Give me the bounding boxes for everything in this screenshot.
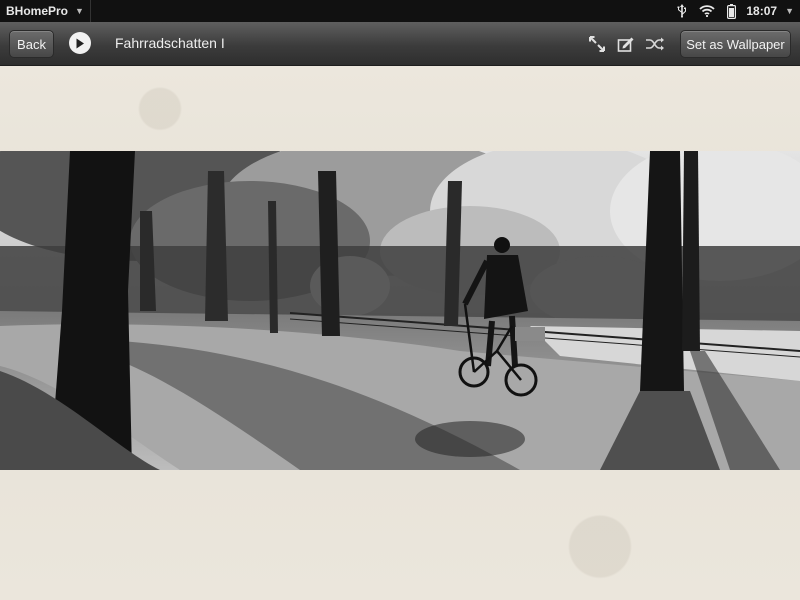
battery-icon: [727, 3, 737, 19]
set-wallpaper-button[interactable]: Set as Wallpaper: [680, 30, 791, 58]
shuffle-icon: [646, 37, 664, 51]
usb-icon: [677, 4, 687, 18]
play-button[interactable]: [69, 32, 91, 54]
park-cyclist-photo: [0, 151, 800, 470]
shuffle-button[interactable]: [645, 34, 665, 54]
page-title: Fahrradschatten I: [115, 35, 225, 51]
app-menu[interactable]: BHomePro ▼: [0, 0, 91, 22]
edit-button[interactable]: [616, 34, 636, 54]
status-bar: BHomePro ▼ 18:07 ▼: [0, 0, 800, 22]
app-name: BHomePro: [6, 4, 69, 18]
play-icon: [76, 38, 84, 48]
fullscreen-icon: [589, 36, 605, 52]
photo-image[interactable]: [0, 151, 800, 470]
image-viewer: [0, 66, 800, 600]
toolbar: Back Fahrradschatten I Set as Wallpaper: [0, 22, 800, 66]
system-menu[interactable]: 18:07 ▼: [671, 0, 800, 22]
wifi-icon: [699, 5, 716, 17]
chevron-down-icon: ▼: [75, 6, 84, 16]
clock: 18:07: [746, 4, 778, 18]
chevron-down-icon: ▼: [785, 6, 794, 16]
back-button[interactable]: Back: [9, 30, 54, 58]
edit-icon: [617, 37, 634, 52]
fullscreen-button[interactable]: [587, 34, 607, 54]
